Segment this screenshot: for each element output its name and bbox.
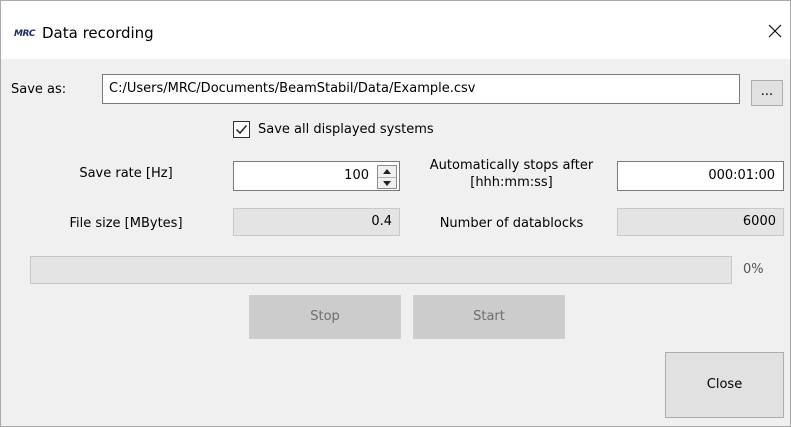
spin-down-button[interactable] [378, 177, 396, 189]
start-button[interactable]: Start [413, 295, 565, 339]
window-title: Data recording [42, 24, 154, 42]
auto-stop-input[interactable]: 000:01:00 [617, 161, 784, 191]
progress-percent: 0% [743, 262, 764, 277]
save-all-checkbox[interactable] [233, 121, 250, 138]
browse-button[interactable]: ... [751, 80, 783, 106]
datablocks-label: Number of datablocks [439, 216, 584, 231]
save-as-label: Save as: [11, 82, 67, 97]
title-bar: MRC Data recording [1, 1, 790, 59]
auto-stop-label: Automatically stops after [hhh:mm:ss] [409, 157, 614, 191]
close-icon [768, 24, 782, 38]
save-rate-spinner [377, 165, 397, 189]
data-recording-dialog: MRC Data recording Save as: C:/Users/MRC… [0, 0, 791, 427]
datablocks-value: 6000 [617, 208, 784, 236]
file-size-label: File size [MBytes] [69, 216, 183, 231]
close-button[interactable]: Close [665, 352, 784, 418]
save-rate-label: Save rate [Hz] [79, 166, 173, 181]
auto-stop-label-line1: Automatically stops after [429, 158, 594, 173]
close-window-button[interactable] [765, 21, 785, 41]
save-rate-input[interactable]: 100 [233, 161, 400, 191]
spin-up-button[interactable] [378, 166, 396, 177]
arrow-down-icon [383, 181, 391, 186]
stop-button[interactable]: Stop [249, 295, 401, 339]
save-path-input[interactable]: C:/Users/MRC/Documents/BeamStabil/Data/E… [102, 74, 740, 104]
arrow-up-icon [383, 169, 391, 174]
mrc-logo: MRC [14, 29, 36, 39]
checkmark-icon [235, 125, 248, 135]
auto-stop-label-line2: [hhh:mm:ss] [470, 175, 553, 190]
file-size-value: 0.4 [233, 208, 400, 236]
save-all-label: Save all displayed systems [258, 122, 434, 137]
recording-progress-bar [30, 256, 732, 284]
